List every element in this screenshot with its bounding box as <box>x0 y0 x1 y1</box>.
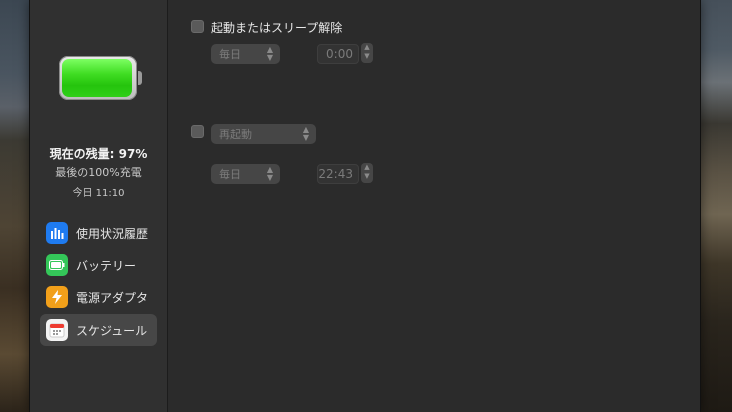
restart-frequency-popup[interactable]: 毎日 ▲ ▼ <box>211 164 280 184</box>
restart-frequency-value: 毎日 <box>219 168 241 181</box>
battery-fill <box>62 59 132 97</box>
wake-frequency-popup[interactable]: 毎日 ▲ ▼ <box>211 44 280 64</box>
restart-time-stepper[interactable]: ▲ ▼ <box>361 163 373 183</box>
restart-time-field[interactable]: 22:43 <box>317 164 359 184</box>
sidebar-item-label: 電源アダプタ <box>76 290 149 305</box>
battery-level-text: 現在の残量: 97% <box>49 147 148 161</box>
calendar-icon <box>46 319 68 341</box>
sidebar-item-label: スケジュール <box>76 323 148 338</box>
bar-chart-icon <box>46 222 68 244</box>
last-full-charge-label: 最後の100%充電 <box>55 166 142 179</box>
battery-settings-window: 現在の残量: 97% 最後の100%充電 今日 11:10 使用状況履歴 バッテ… <box>30 0 700 412</box>
wake-time-stepper[interactable]: ▲ ▼ <box>361 43 373 63</box>
sidebar-item-label: 使用状況履歴 <box>76 226 149 241</box>
sidebar: 現在の残量: 97% 最後の100%充電 今日 11:10 使用状況履歴 バッテ… <box>30 0 168 412</box>
battery-graphic <box>59 56 142 100</box>
up-down-chevron-icon: ▲ ▼ <box>266 45 274 62</box>
action-value: 再起動 <box>219 128 252 141</box>
action-popup[interactable]: 再起動 ▲ ▼ <box>211 124 316 144</box>
wake-time-field[interactable]: 0:00 <box>317 44 359 64</box>
lightning-icon <box>46 286 68 308</box>
schedule-pane: 起動またはスリープ解除 毎日 ▲ ▼ 0:00 ▲ ▼ 再起動 ▲ ▼ 毎日 ▲ ▼ 2… <box>168 0 700 412</box>
desktop-wallpaper-left <box>0 0 30 412</box>
sidebar-item-power-adapter[interactable]: 電源アダプタ <box>40 281 157 313</box>
desktop-wallpaper-right <box>700 0 732 412</box>
sidebar-item-schedule[interactable]: スケジュール <box>40 314 157 346</box>
wake-checkbox[interactable] <box>191 20 204 33</box>
up-down-chevron-icon: ▲ ▼ <box>266 165 274 182</box>
wake-frequency-value: 毎日 <box>219 48 241 61</box>
up-down-chevron-icon: ▲ ▼ <box>302 125 310 142</box>
restart-checkbox[interactable] <box>191 125 204 138</box>
sidebar-item-usage-history[interactable]: 使用状況履歴 <box>40 217 157 249</box>
sidebar-item-battery[interactable]: バッテリー <box>40 249 157 281</box>
battery-tip <box>138 71 142 85</box>
last-full-charge-time: 今日 11:10 <box>72 188 125 199</box>
sidebar-item-label: バッテリー <box>76 258 137 273</box>
battery-icon <box>46 254 68 276</box>
wake-checkbox-label: 起動またはスリープ解除 <box>211 21 343 35</box>
